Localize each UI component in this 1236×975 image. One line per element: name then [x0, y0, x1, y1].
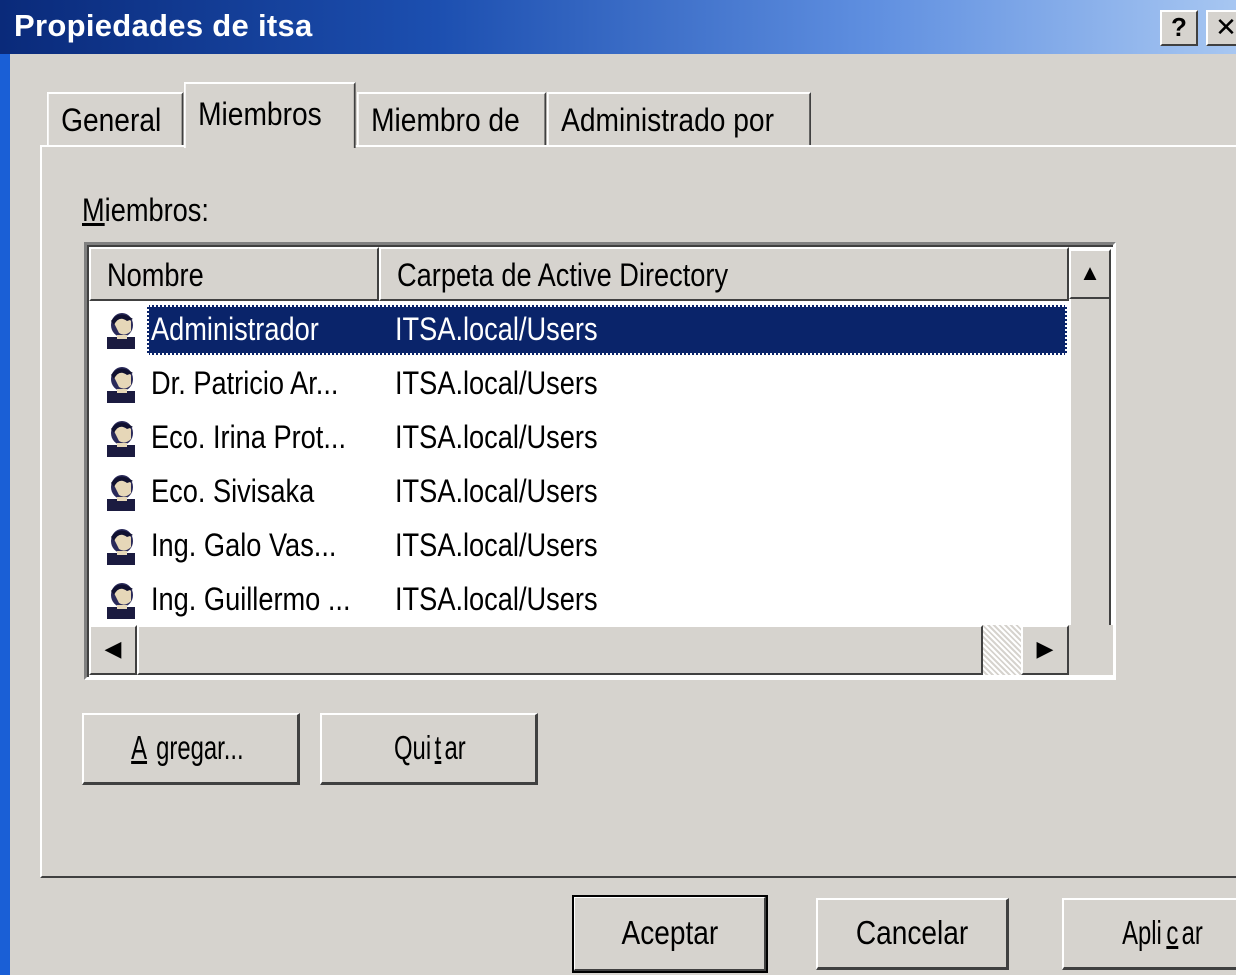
list-item[interactable]: Administrador ITSA.local/Users: [89, 303, 1069, 357]
scroll-right-arrow-icon[interactable]: ▶: [1021, 625, 1069, 675]
help-button[interactable]: ?: [1160, 10, 1198, 46]
ok-button[interactable]: Aceptar: [572, 895, 768, 973]
member-folder: ITSA.local/Users: [395, 311, 598, 347]
member-name: Dr. Patricio Ar...: [151, 365, 339, 401]
tab-general[interactable]: General: [47, 92, 184, 146]
vertical-scroll-thumb[interactable]: [1069, 299, 1111, 625]
list-item[interactable]: Eco. Sivisaka ITSA.local/Users: [89, 465, 1069, 519]
close-button[interactable]: ✕: [1206, 10, 1236, 46]
column-header-name[interactable]: Nombre: [89, 247, 379, 301]
user-icon: [105, 581, 139, 621]
member-name: Eco. Irina Prot...: [151, 419, 347, 455]
scroll-corner: [1069, 625, 1113, 675]
members-label-accel: M: [82, 192, 105, 228]
tab-miembro-de[interactable]: Miembro de: [357, 92, 547, 146]
member-folder: ITSA.local/Users: [395, 419, 598, 455]
member-name: Ing. Guillermo ...: [151, 581, 351, 617]
user-icon: [105, 365, 139, 405]
members-label: Miembros:: [82, 192, 209, 229]
member-folder: ITSA.local/Users: [395, 581, 598, 617]
members-list[interactable]: Nombre Carpeta de Active Directory Admin…: [84, 242, 1116, 680]
title-bar[interactable]: Propiedades de itsa ? ✕: [0, 0, 1236, 54]
vertical-scrollbar[interactable]: ▲: [1069, 247, 1113, 625]
scroll-left-arrow-icon[interactable]: ◀: [89, 625, 137, 675]
horizontal-scrollbar[interactable]: ◀ ▶: [89, 625, 1069, 675]
list-item[interactable]: Ing. Galo Vas... ITSA.local/Users: [89, 519, 1069, 573]
window-title: Propiedades de itsa: [14, 8, 313, 43]
horizontal-scroll-track[interactable]: [983, 625, 1021, 675]
members-label-rest: iembros:: [104, 192, 209, 228]
member-name: Administrador: [151, 311, 319, 347]
member-folder: ITSA.local/Users: [395, 527, 598, 563]
user-icon: [105, 473, 139, 513]
list-item[interactable]: Dr. Patricio Ar... ITSA.local/Users: [89, 357, 1069, 411]
member-name: Ing. Galo Vas...: [151, 527, 337, 563]
list-item[interactable]: Ing. Guillermo ... ITSA.local/Users: [89, 573, 1069, 627]
user-icon: [105, 527, 139, 567]
apply-button[interactable]: Apli car: [1062, 898, 1236, 970]
tab-miembros[interactable]: Miembros: [184, 82, 356, 148]
members-list-inner: Nombre Carpeta de Active Directory Admin…: [87, 245, 1113, 677]
member-name: Eco. Sivisaka: [151, 473, 315, 509]
cancel-button[interactable]: Cancelar: [816, 898, 1009, 970]
column-header-folder[interactable]: Carpeta de Active Directory: [379, 247, 1069, 301]
add-button[interactable]: Agregar...: [82, 713, 300, 785]
remove-button[interactable]: Qui tar: [320, 713, 538, 785]
tab-administrado-por[interactable]: Administrado por: [547, 92, 811, 146]
user-icon: [105, 311, 139, 351]
member-folder: ITSA.local/Users: [395, 473, 598, 509]
scroll-up-arrow-icon[interactable]: ▲: [1069, 249, 1111, 299]
list-item[interactable]: Eco. Irina Prot... ITSA.local/Users: [89, 411, 1069, 465]
horizontal-scroll-thumb[interactable]: [137, 625, 983, 675]
properties-dialog: Propiedades de itsa ? ✕ General Miembro …: [0, 0, 1236, 975]
member-folder: ITSA.local/Users: [395, 365, 598, 401]
user-icon: [105, 419, 139, 459]
